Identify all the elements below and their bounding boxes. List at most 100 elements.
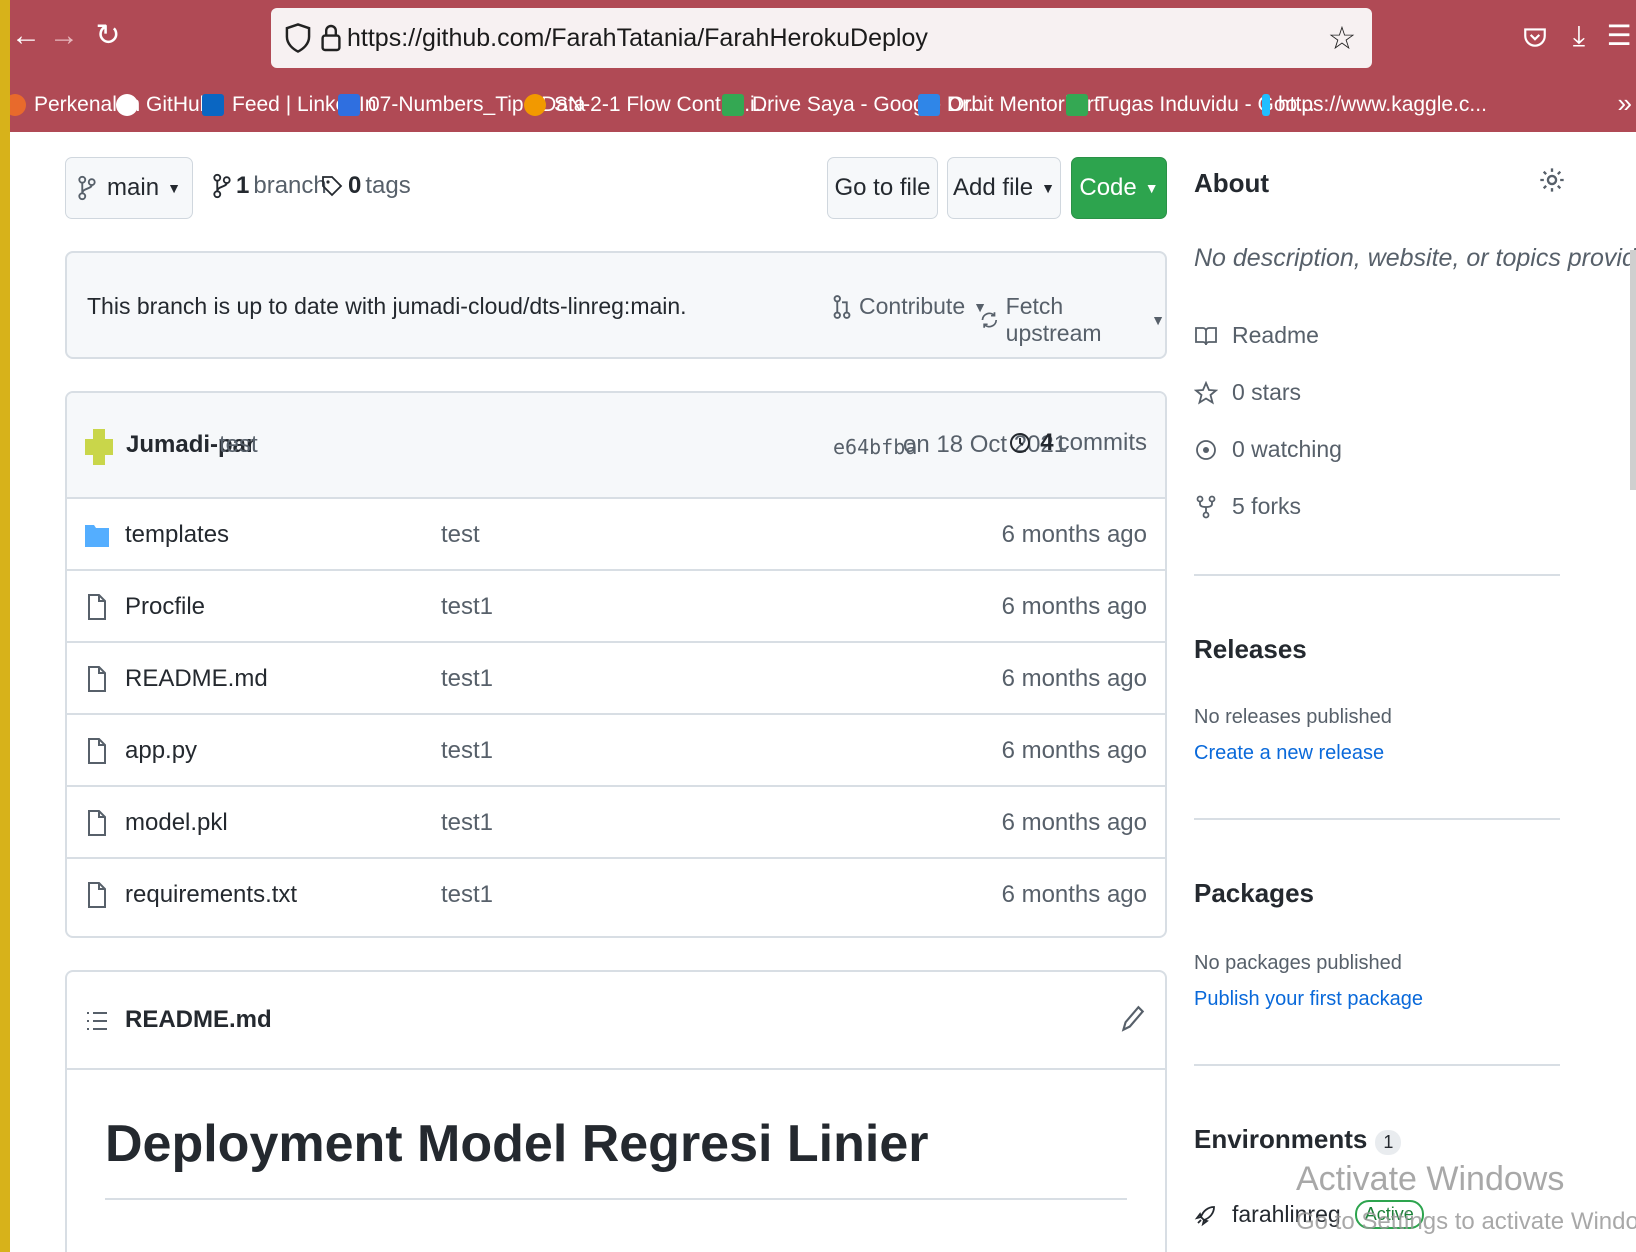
fork-status-banner: This branch is up to date with jumadi-cl…	[65, 251, 1167, 359]
branch-icon	[213, 173, 231, 199]
code-label: Code	[1079, 174, 1137, 201]
publish-package-link[interactable]: Publish your first package	[1194, 988, 1423, 1011]
releases-title[interactable]: Releases	[1194, 634, 1307, 665]
branch-name: main	[107, 174, 160, 201]
file-row[interactable]: requirements.txt test1 6 months ago	[67, 859, 1165, 931]
bookmark-label: https://www.kaggle.c...	[1278, 93, 1487, 116]
bookmarks-bar: Perkenalan GitHub Feed | LinkedIn 07-Num…	[0, 84, 1636, 128]
branch-selector[interactable]: main ▼	[65, 157, 193, 219]
add-file-button[interactable]: Add file ▼	[947, 157, 1061, 219]
readme-filename: README.md	[125, 1006, 272, 1033]
pencil-icon[interactable]	[1119, 1004, 1145, 1034]
menu-icon[interactable]: ☰	[1602, 18, 1636, 54]
commit-count: 4	[1040, 429, 1054, 456]
file-commit-message[interactable]: test1	[441, 809, 493, 837]
bookmark-star-icon[interactable]: ☆	[1324, 20, 1360, 56]
lock-icon[interactable]	[319, 22, 343, 54]
readme-link[interactable]: Readme	[1194, 322, 1319, 349]
environments-title[interactable]: Environments 1	[1194, 1124, 1402, 1155]
create-release-link[interactable]: Create a new release	[1194, 742, 1384, 765]
latest-commit-row: Jumadi-par test e64bfba on 18 Oct 2021 4…	[67, 393, 1165, 499]
commit-message[interactable]: test	[219, 431, 258, 459]
contribute-button[interactable]: Contribute ▼	[831, 293, 987, 320]
pull-request-icon	[833, 294, 851, 319]
environments-count: 1	[1375, 1130, 1402, 1155]
packages-title[interactable]: Packages	[1194, 878, 1314, 909]
branches-link[interactable]: 1 branch	[212, 172, 327, 200]
list-icon[interactable]	[85, 1008, 109, 1034]
file-list: Jumadi-par test e64bfba on 18 Oct 2021 4…	[65, 391, 1167, 938]
github-icon	[116, 94, 138, 116]
file-commit-message[interactable]: test1	[441, 737, 493, 765]
file-name[interactable]: README.md	[125, 665, 268, 693]
readme-header: README.md	[67, 972, 1165, 1070]
shield-icon[interactable]	[283, 22, 313, 54]
fetch-upstream-label: Fetch upstream	[1005, 293, 1102, 346]
address-bar[interactable]: https://github.com/FarahTatania/FarahHer…	[271, 8, 1372, 68]
file-commit-message[interactable]: test	[441, 521, 480, 549]
sidebar-divider	[1194, 1064, 1560, 1066]
fetch-upstream-button[interactable]: Fetch upstream ▼	[979, 293, 1165, 347]
stars-link[interactable]: 0 stars	[1194, 379, 1301, 406]
pocket-icon[interactable]	[1518, 18, 1552, 54]
tag-count: 0	[348, 172, 362, 199]
tag-icon	[322, 176, 343, 197]
fork-status-message: This branch is up to date with jumadi-cl…	[87, 293, 687, 319]
colab-icon	[524, 94, 546, 116]
file-age: 6 months ago	[1001, 881, 1147, 908]
download-icon[interactable]: ⤓	[1562, 18, 1596, 54]
file-row[interactable]: templates test 6 months ago	[67, 499, 1165, 571]
file-row[interactable]: model.pkl test1 6 months ago	[67, 787, 1165, 859]
file-name[interactable]: Procfile	[125, 593, 205, 621]
linkedin-icon	[202, 94, 224, 116]
commits-link[interactable]: 4 commits	[1008, 429, 1147, 457]
file-commit-message[interactable]: test1	[441, 881, 493, 909]
bookmarks-overflow-icon[interactable]: »	[1618, 88, 1632, 119]
forward-icon[interactable]: →	[46, 18, 82, 54]
go-to-file-button[interactable]: Go to file	[827, 157, 938, 219]
file-row[interactable]: README.md test1 6 months ago	[67, 643, 1165, 715]
code-button[interactable]: Code ▼	[1071, 157, 1167, 219]
avatar[interactable]	[85, 429, 113, 465]
page-scrollbar[interactable]	[1630, 250, 1636, 490]
file-row[interactable]: Procfile test1 6 months ago	[67, 571, 1165, 643]
file-name[interactable]: model.pkl	[125, 809, 228, 837]
contribute-label: Contribute	[859, 293, 966, 319]
fork-icon	[1196, 495, 1216, 518]
file-commit-message[interactable]: test1	[441, 593, 493, 621]
forks-link[interactable]: 5 forks	[1194, 493, 1301, 520]
file-name[interactable]: templates	[125, 521, 229, 549]
tags-link[interactable]: 0 tags	[320, 172, 411, 200]
stars-label: 0 stars	[1232, 379, 1302, 405]
reload-icon[interactable]: ↻	[90, 18, 126, 54]
back-icon[interactable]: ←	[8, 18, 44, 54]
file-icon	[88, 810, 106, 836]
activate-windows-watermark: Activate Windows	[1296, 1160, 1565, 1198]
bookmark-github[interactable]: GitHub	[116, 88, 211, 122]
file-age: 6 months ago	[1001, 809, 1147, 836]
url-text[interactable]: https://github.com/FarahTatania/FarahHer…	[347, 22, 928, 54]
sidebar-divider	[1194, 574, 1560, 576]
kaggle-icon	[1262, 94, 1270, 116]
file-row[interactable]: app.py test1 6 months ago	[67, 715, 1165, 787]
gear-icon[interactable]	[1538, 166, 1566, 194]
watching-label: 0 watching	[1232, 436, 1342, 462]
browser-chrome: ← → ↻ https://github.com/FarahTatania/Fa…	[0, 0, 1636, 132]
watching-link[interactable]: 0 watching	[1194, 436, 1342, 463]
file-name[interactable]: app.py	[125, 737, 197, 765]
readme-heading: Deployment Model Regresi Linier	[105, 1115, 929, 1173]
readme-panel: README.md Deployment Model Regresi Linie…	[65, 970, 1167, 1252]
bookmark-kaggle[interactable]: https://www.kaggle.c...	[1262, 88, 1487, 122]
book-icon	[1195, 326, 1217, 345]
add-file-label: Add file	[953, 174, 1034, 201]
eye-icon	[1196, 439, 1216, 460]
commit-count-label: commits	[1057, 429, 1147, 456]
releases-empty-text: No releases published	[1194, 706, 1392, 728]
drive-icon	[722, 94, 744, 116]
caret-down-icon: ▼	[1144, 180, 1159, 196]
file-name[interactable]: requirements.txt	[125, 881, 297, 909]
sync-icon	[981, 312, 998, 328]
file-age: 6 months ago	[1001, 737, 1147, 764]
caret-down-icon: ▼	[1151, 312, 1165, 328]
file-commit-message[interactable]: test1	[441, 665, 493, 693]
